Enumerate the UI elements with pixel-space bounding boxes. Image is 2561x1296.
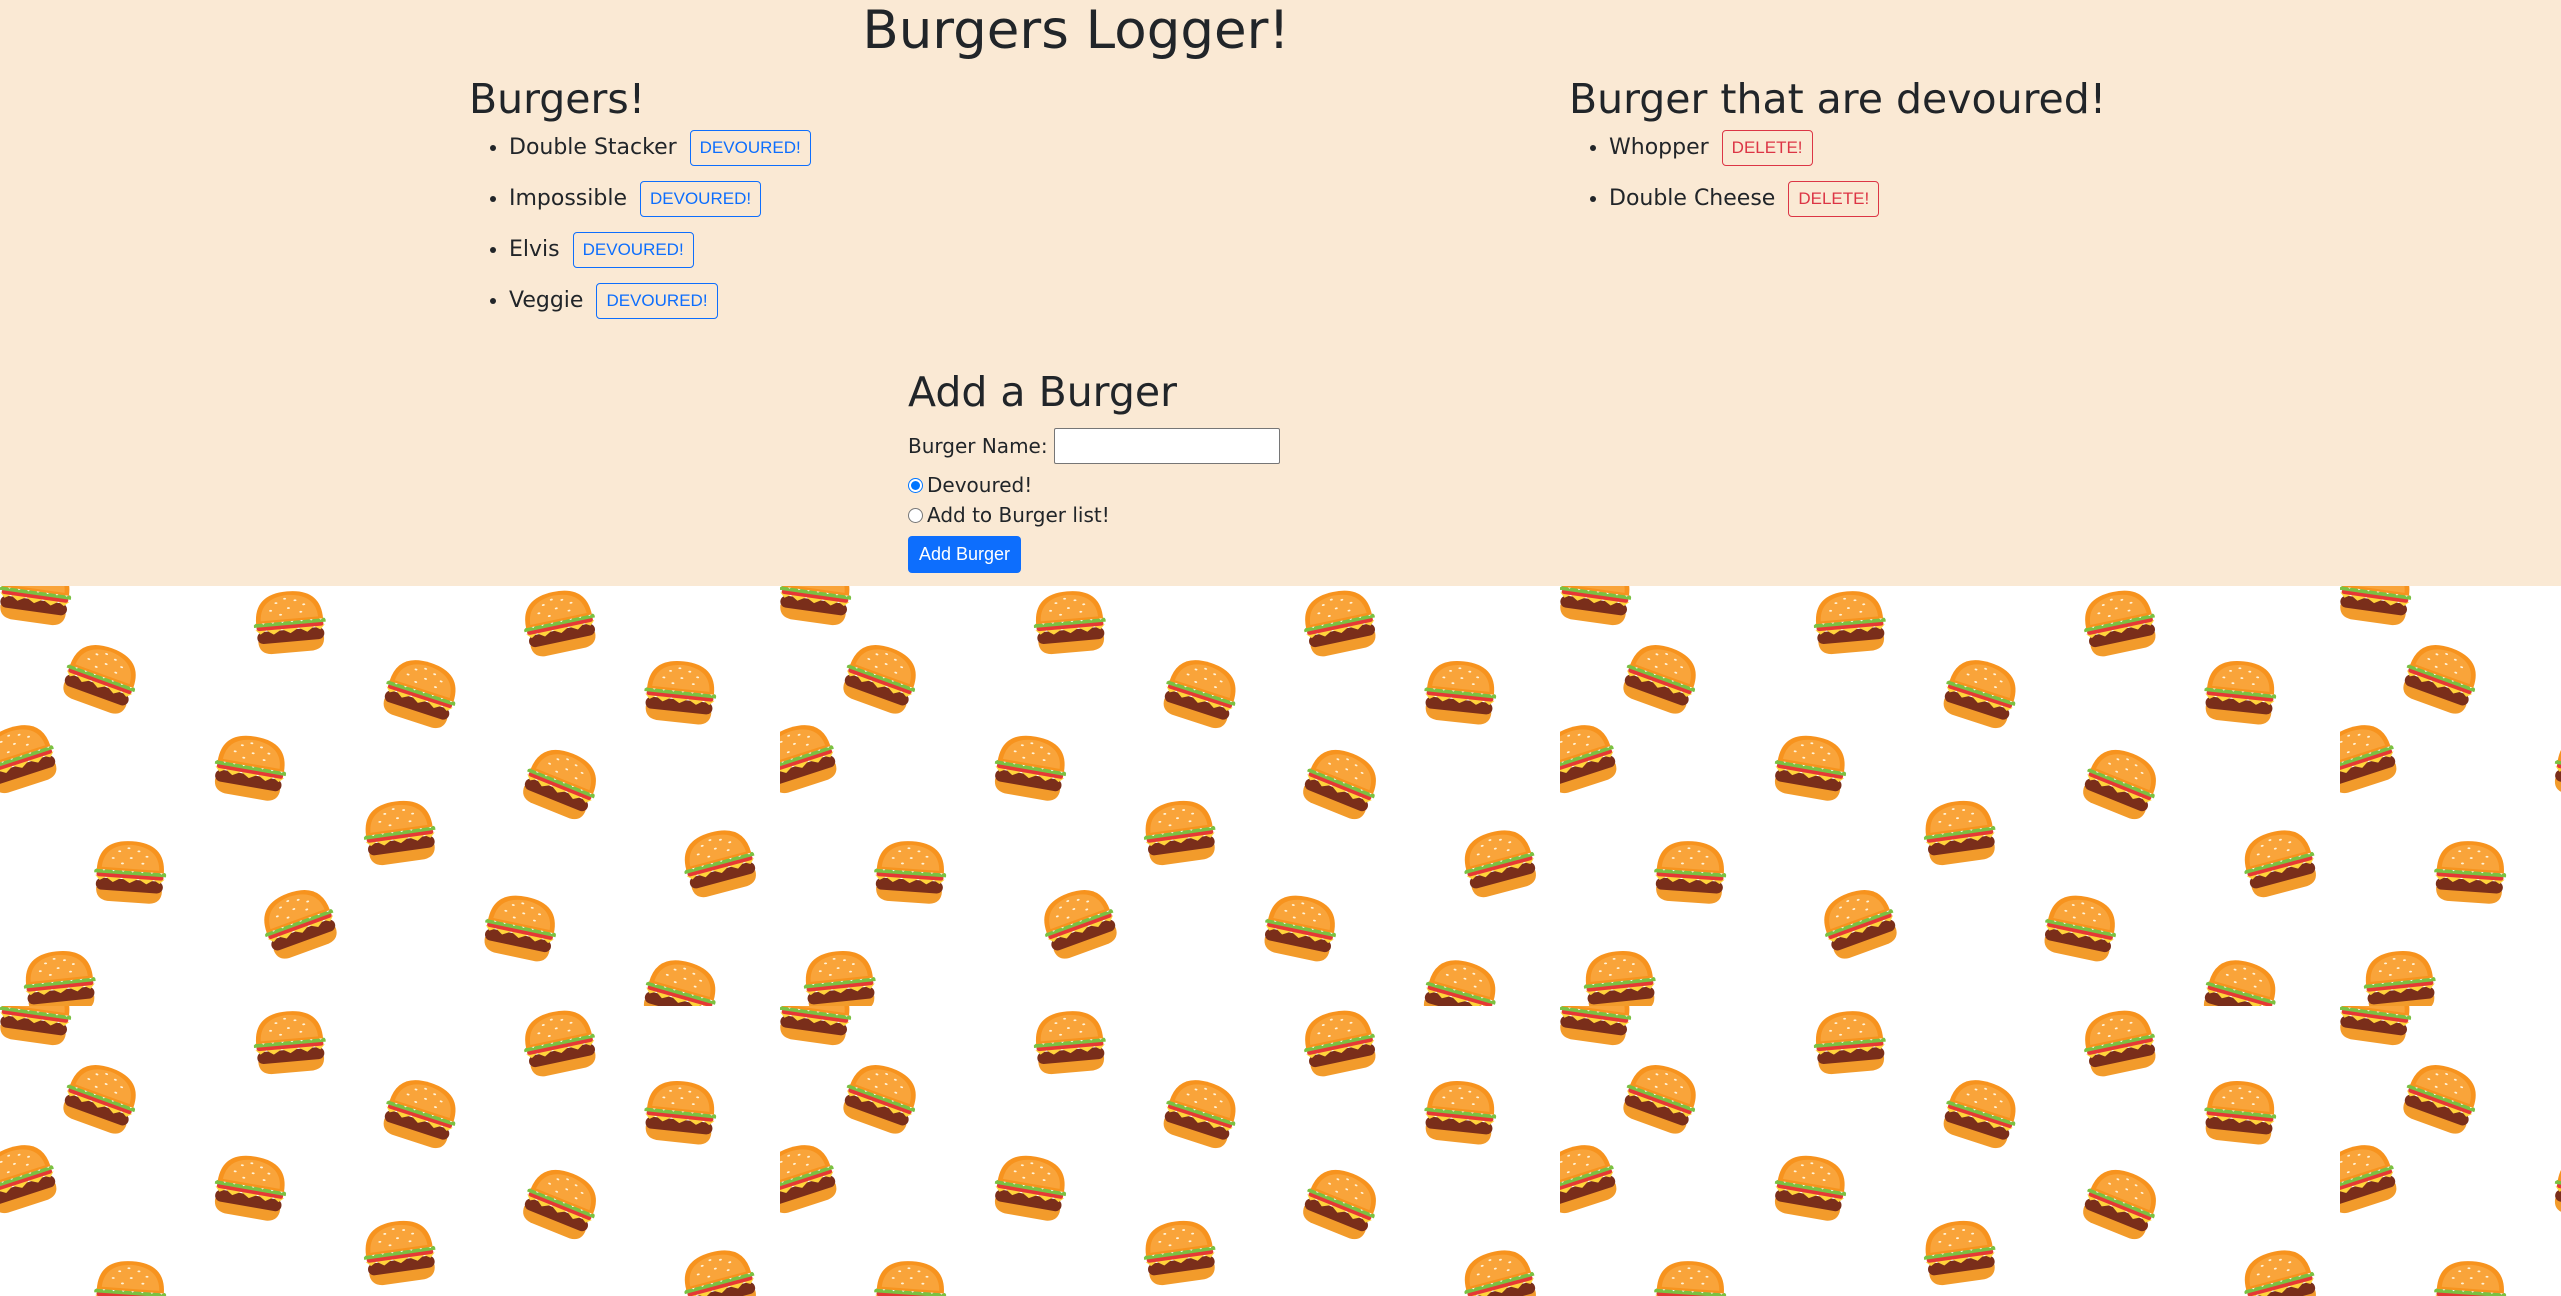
top-section: Burgers Logger! Burgers! Double Stacker … — [0, 0, 2561, 586]
burgers-heading: Burgers! — [469, 75, 646, 123]
add-burger-form: Add a Burger Burger Name: Devoured! Add … — [908, 366, 1280, 573]
burger-name-input[interactable] — [1053, 428, 1280, 464]
delete-button[interactable]: DELETE! — [1721, 130, 1813, 166]
radio-add-row[interactable]: Add to Burger list! — [908, 500, 1280, 530]
list-item: Double Cheese DELETE! — [1609, 181, 1880, 232]
burger-pattern — [0, 586, 2561, 1296]
add-to-list-radio[interactable] — [908, 507, 923, 523]
burger-list: Double Stacker DEVOURED! Impossible DEVO… — [469, 130, 811, 334]
burger-name: Veggie — [509, 288, 584, 313]
name-row: Burger Name: — [908, 428, 1280, 464]
devoured-button[interactable]: DEVOURED! — [689, 130, 811, 166]
devoured-button[interactable]: DEVOURED! — [572, 232, 694, 268]
radio-devoured-row[interactable]: Devoured! — [908, 470, 1280, 500]
devoured-button[interactable]: DEVOURED! — [640, 181, 762, 217]
list-item: Elvis DEVOURED! — [509, 232, 811, 283]
devoured-list: Whopper DELETE! Double Cheese DELETE! — [1569, 130, 1880, 232]
page-title: Burgers Logger! — [862, 0, 1290, 61]
burger-name: Elvis — [509, 237, 560, 262]
list-item: Double Stacker DEVOURED! — [509, 130, 811, 181]
add-burger-button[interactable]: Add Burger — [908, 536, 1022, 573]
burger-name: Impossible — [509, 186, 627, 211]
devoured-radio[interactable] — [908, 477, 923, 493]
devoured-heading: Burger that are devoured! — [1569, 75, 2107, 123]
delete-button[interactable]: DELETE! — [1788, 181, 1880, 217]
burger-name-label: Burger Name: — [908, 434, 1048, 458]
form-heading: Add a Burger — [908, 368, 1177, 416]
list-item: Veggie DEVOURED! — [509, 283, 811, 334]
devoured-button[interactable]: DEVOURED! — [596, 283, 718, 319]
list-item: Impossible DEVOURED! — [509, 181, 811, 232]
add-to-list-radio-label[interactable]: Add to Burger list! — [927, 503, 1110, 527]
list-item: Whopper DELETE! — [1609, 130, 1879, 181]
burger-name: Whopper — [1609, 135, 1709, 160]
devoured-radio-label[interactable]: Devoured! — [927, 473, 1032, 497]
burger-icon — [0, 586, 2561, 1296]
burger-name: Double Stacker — [509, 135, 677, 160]
burger-pattern-background — [0, 586, 2561, 1296]
burger-name: Double Cheese — [1609, 186, 1776, 211]
